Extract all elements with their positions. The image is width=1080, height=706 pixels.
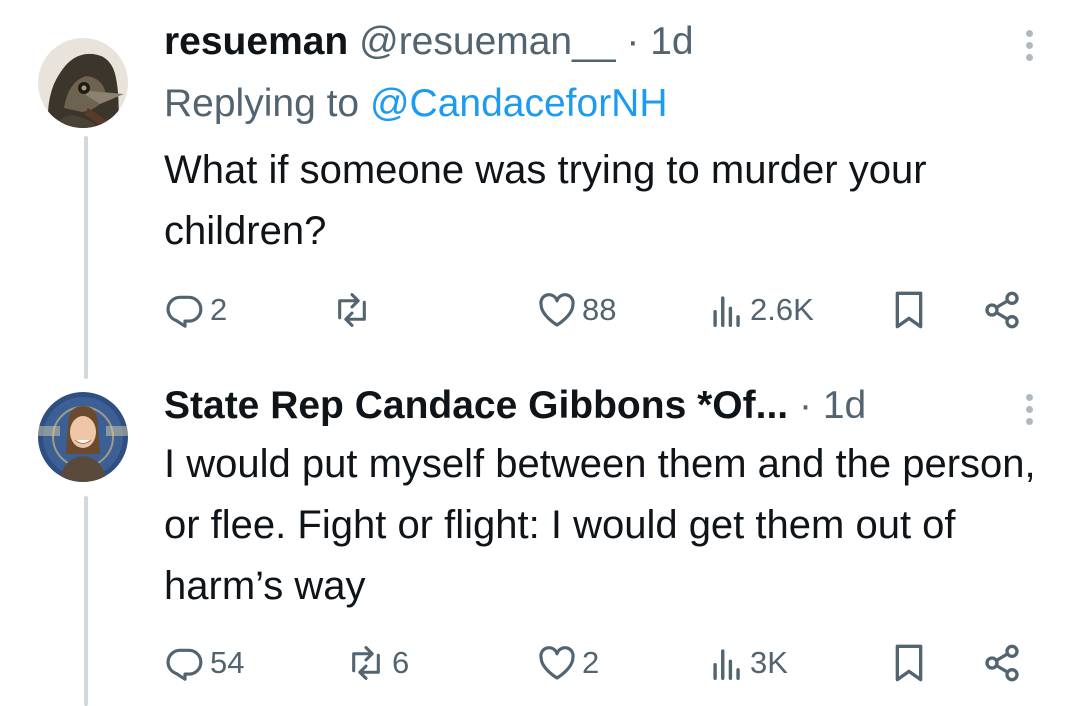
profile-photo-avatar-icon [38, 392, 128, 482]
bookmark-icon [895, 644, 923, 682]
tweet-actions: 54 6 2 3K [164, 638, 1034, 688]
avatar[interactable] [38, 392, 128, 482]
share-button[interactable] [982, 285, 1022, 335]
like-button[interactable]: 88 [538, 285, 616, 335]
more-options-icon[interactable] [1024, 30, 1034, 66]
handle[interactable]: @resueman__ [359, 20, 615, 63]
hooded-figure-avatar-icon [38, 38, 128, 128]
reply-button[interactable]: 2 [166, 285, 227, 335]
views-button[interactable]: 3K [710, 638, 788, 688]
like-count: 2 [582, 645, 600, 680]
share-icon [985, 644, 1019, 682]
reply-icon [166, 295, 203, 328]
tweet-header: State Rep Candace Gibbons *Of... · 1d [164, 386, 866, 425]
like-count: 88 [582, 292, 617, 327]
repost-icon [352, 646, 380, 680]
heart-icon [539, 646, 575, 680]
bookmark-button[interactable] [892, 638, 926, 688]
thread-line [84, 136, 88, 379]
separator-dot: · [798, 384, 812, 427]
display-name[interactable]: resueman [164, 20, 348, 63]
mention-link[interactable]: @CandaceforNH [370, 82, 668, 125]
repost-count: 6 [392, 645, 410, 680]
heart-icon [539, 293, 575, 327]
tweet-header: resueman @resueman__ · 1d [164, 22, 694, 61]
replying-to-line: Replying to @CandaceforNH [164, 84, 668, 123]
repost-button[interactable] [332, 285, 378, 335]
view-count: 2.6K [750, 292, 814, 327]
like-button[interactable]: 2 [538, 638, 599, 688]
share-button[interactable] [982, 638, 1022, 688]
bookmark-button[interactable] [892, 285, 926, 335]
tweet-text: I would put myself between them and the … [164, 442, 1036, 608]
separator-dot: · [626, 20, 640, 63]
thread-line [84, 496, 88, 706]
timestamp[interactable]: 1d [823, 384, 866, 427]
replying-to-label: Replying to [164, 82, 360, 125]
timestamp[interactable]: 1d [650, 20, 693, 63]
reply-count: 54 [210, 645, 245, 680]
views-chart-icon [713, 296, 740, 327]
repost-button[interactable]: 6 [346, 638, 409, 688]
reply-count: 2 [210, 292, 228, 327]
reply-button[interactable]: 54 [166, 638, 244, 688]
more-options-icon[interactable] [1024, 394, 1034, 430]
display-name[interactable]: State Rep Candace Gibbons *Of... [164, 384, 788, 427]
view-count: 3K [750, 645, 788, 680]
views-button[interactable]: 2.6K [710, 285, 814, 335]
tweet-actions: 2 88 2.6K [164, 285, 1034, 335]
views-chart-icon [713, 649, 740, 680]
tweet-text: What if someone was trying to murder you… [164, 148, 927, 253]
avatar[interactable] [38, 38, 128, 128]
repost-icon [338, 293, 366, 327]
bookmark-icon [895, 291, 923, 329]
share-icon [985, 291, 1019, 329]
reply-icon [166, 648, 203, 681]
